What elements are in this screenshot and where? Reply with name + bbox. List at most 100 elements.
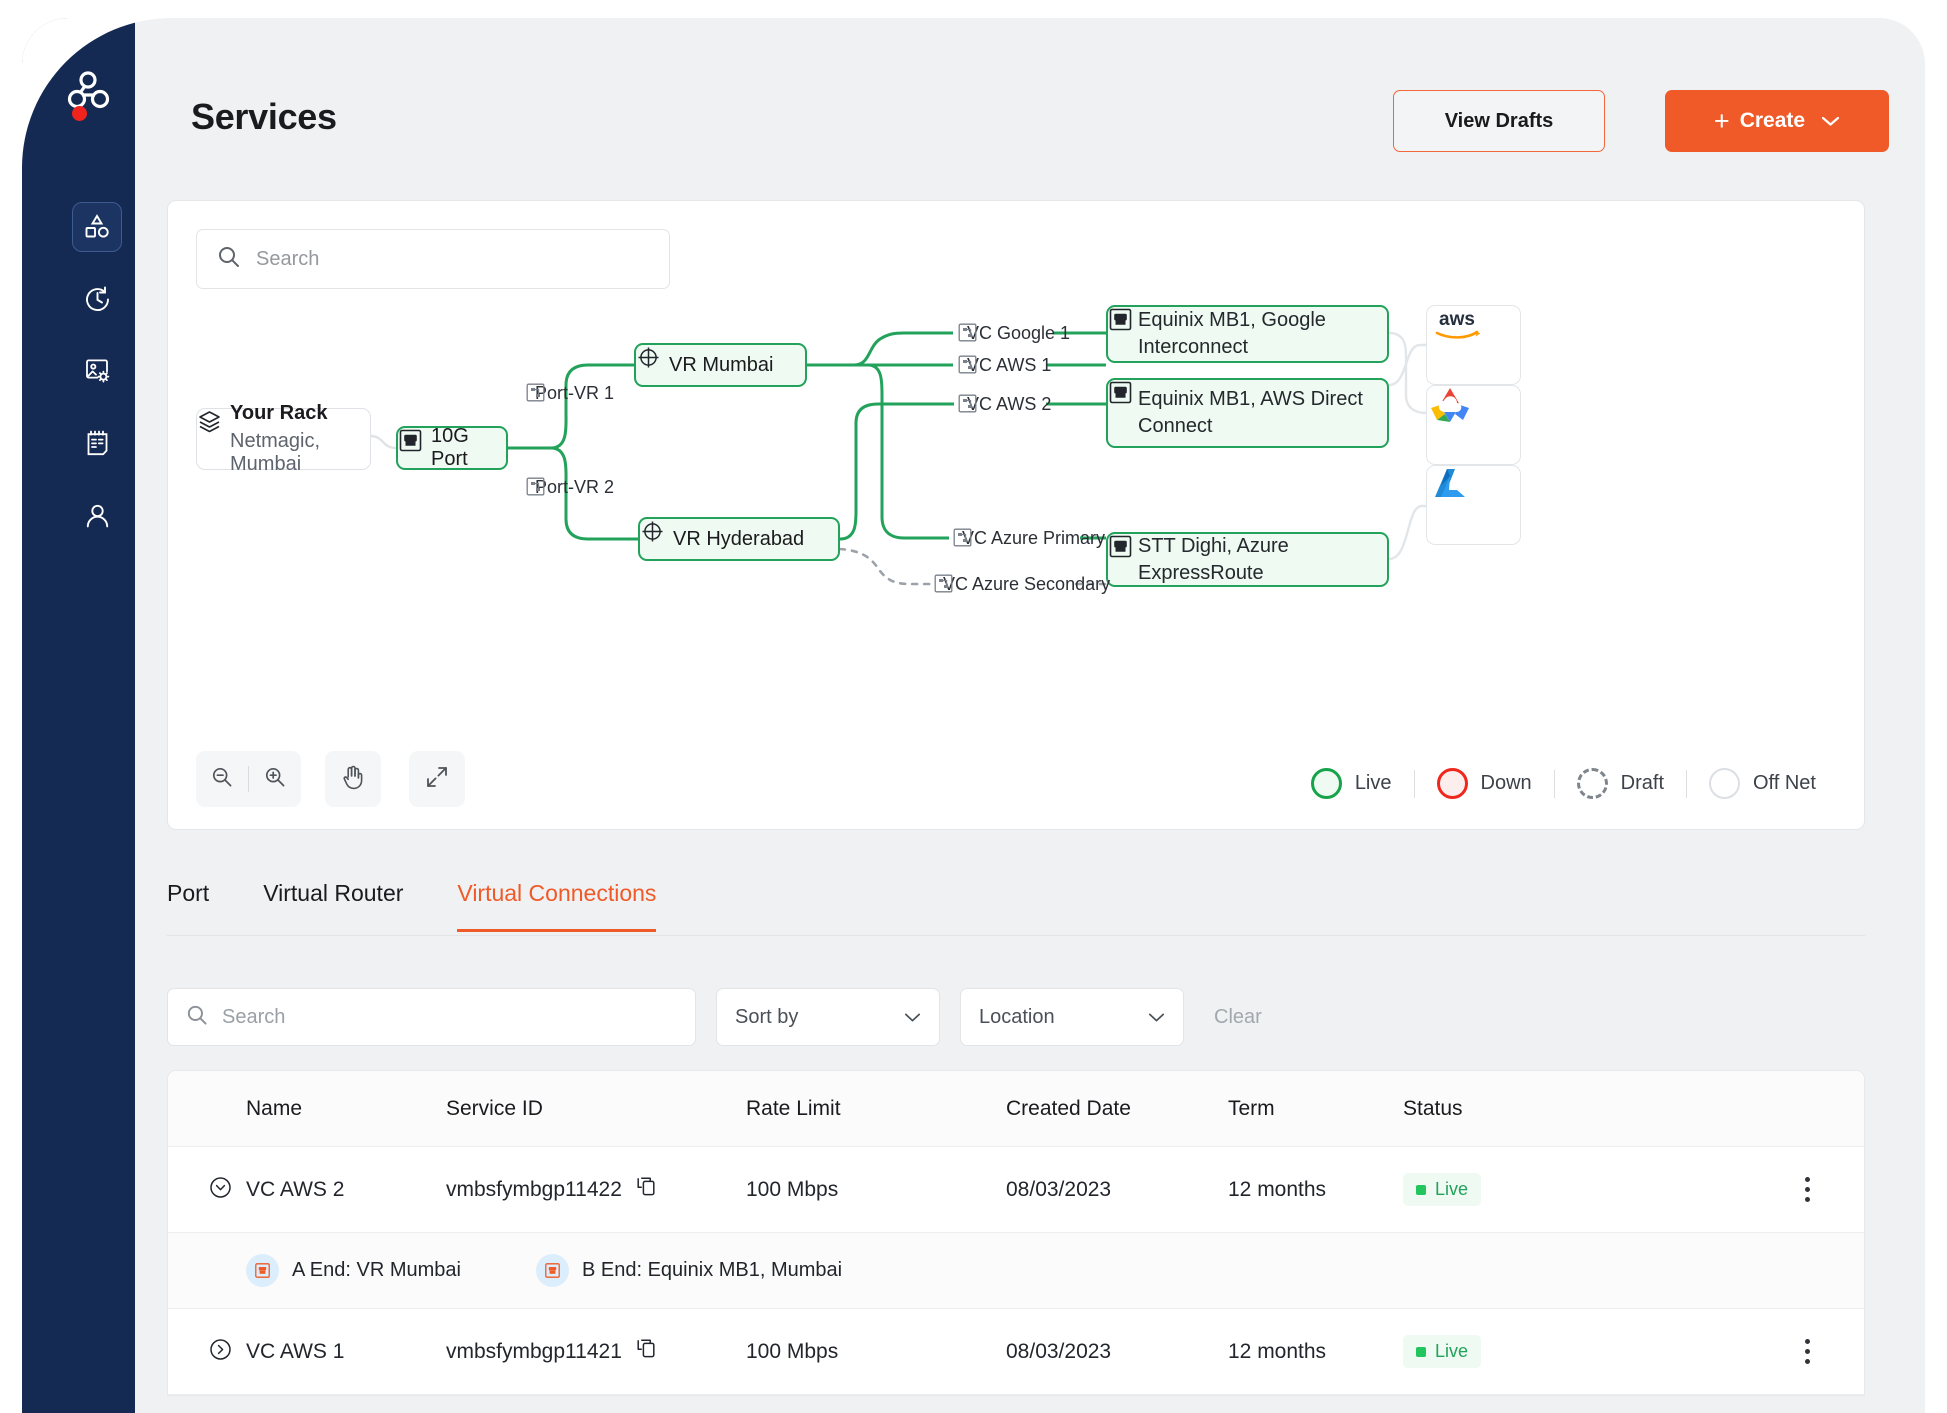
node-vr-mumbai[interactable]: VR Mumbai [634, 343, 807, 387]
topology-diagram-card: Search Your Rack Netmagic, Mumbai 10G Po… [167, 200, 1865, 830]
cloud-box-aws[interactable]: aws [1426, 305, 1521, 385]
location-select[interactable]: Location [960, 988, 1184, 1046]
expand-icon [425, 765, 449, 794]
zoom-controls-group [196, 751, 301, 807]
column-header-created-date[interactable]: Created Date [1006, 1097, 1228, 1121]
fullscreen-button[interactable] [409, 751, 465, 807]
location-label: Location [979, 1005, 1055, 1028]
create-button[interactable]: + Create [1665, 90, 1889, 152]
sidebar-item-services[interactable] [72, 202, 122, 252]
column-header-rate-limit[interactable]: Rate Limit [746, 1097, 1006, 1121]
zoom-in-button[interactable] [249, 751, 301, 807]
node-10g-port[interactable]: 10G Port [396, 425, 508, 470]
chevron-right-circle-icon [208, 1338, 233, 1366]
edge-label-port-vr-1: Port-VR 1 [526, 383, 614, 404]
diagram-legend: Live Down Draft Off Net [1289, 768, 1838, 799]
image-settings-icon [83, 357, 111, 385]
rack-subtitle: Netmagic, Mumbai [230, 430, 321, 475]
edge-label-text: VC Azure Primary [962, 528, 1106, 548]
b-end-label: B End: Equinix MB1, Mumbai [582, 1259, 843, 1281]
vr-hyderabad-label: VR Hyderabad [673, 527, 805, 550]
table-search-placeholder: Search [222, 1005, 286, 1028]
expand-row-button[interactable] [168, 1175, 246, 1205]
plus-icon: + [1713, 105, 1730, 136]
cell-name: VC AWS 1 [246, 1339, 345, 1363]
notepad-icon [84, 429, 111, 457]
rack-title: Your Rack [230, 402, 328, 424]
legend-label: Live [1354, 772, 1392, 794]
node-vr-hyderabad[interactable]: VR Hyderabad [638, 517, 840, 561]
cloud-box-azure[interactable] [1426, 465, 1521, 545]
topology-canvas[interactable]: Your Rack Netmagic, Mumbai 10G Port VR M… [168, 301, 1866, 731]
status-badge: Live [1403, 1173, 1482, 1206]
copy-icon[interactable] [635, 1175, 658, 1204]
view-drafts-button[interactable]: View Drafts [1393, 90, 1605, 152]
pan-tool-button[interactable] [325, 751, 381, 807]
cell-term: 12 months [1228, 1177, 1327, 1201]
copy-icon[interactable] [635, 1337, 658, 1366]
legend-dot-live [1310, 768, 1342, 799]
svg-text:aws: aws [1439, 309, 1475, 330]
a-end-chip: A End: VR Mumbai [246, 1254, 536, 1287]
node-equinix-aws[interactable]: Equinix MB1, AWS Direct Connect [1106, 378, 1389, 448]
hand-icon [341, 764, 365, 795]
column-header-status[interactable]: Status [1403, 1097, 1703, 1121]
column-header-term[interactable]: Term [1228, 1097, 1403, 1121]
table-row[interactable]: VC AWS 2 vmbsfymbgp11422 100 Mbps 08/03/… [168, 1147, 1864, 1233]
edge-label-vc-azure-secondary: VC Azure Secondary [934, 574, 1110, 595]
edge-label-port-vr-2: Port-VR 2 [526, 477, 614, 498]
sidebar-item-image-settings[interactable] [72, 346, 122, 396]
status-label: Live [1435, 1179, 1469, 1199]
page-title: Services [191, 96, 337, 137]
tab-port[interactable]: Port [167, 880, 209, 929]
row-actions[interactable] [1703, 1177, 1864, 1202]
chevron-down-circle-icon [208, 1176, 233, 1204]
status-dot [1416, 1346, 1426, 1357]
tab-virtual-connections[interactable]: Virtual Connections [457, 880, 657, 932]
more-options-icon[interactable] [1805, 1177, 1810, 1202]
column-header-name[interactable]: Name [246, 1097, 446, 1121]
clear-filters-button[interactable]: Clear [1214, 1006, 1262, 1029]
node-equinix-google[interactable]: Equinix MB1, Google Interconnect [1106, 305, 1389, 363]
more-options-icon[interactable] [1805, 1339, 1810, 1364]
legend-item-draft: Draft [1555, 768, 1686, 799]
zoom-out-button[interactable] [196, 751, 248, 807]
sort-by-label: Sort by [735, 1005, 799, 1028]
cloud-box-google[interactable] [1426, 385, 1521, 465]
main-content: Services View Drafts + Create Search You… [135, 18, 1925, 1413]
row-actions[interactable] [1703, 1339, 1864, 1364]
status-dot [1416, 1184, 1426, 1195]
b-end-chip: B End: Equinix MB1, Mumbai [536, 1254, 842, 1287]
expand-row-button[interactable] [168, 1337, 246, 1367]
stt-azure-label: STT Dighi, Azure ExpressRoute [1138, 534, 1289, 584]
edge-label-text: VC Azure Secondary [943, 574, 1111, 594]
zoom-in-icon [264, 766, 286, 793]
diagram-search-input[interactable]: Search [196, 229, 670, 289]
cell-term: 12 months [1228, 1339, 1327, 1363]
virtual-connections-table: Name Service ID Rate Limit Created Date … [167, 1070, 1865, 1396]
node-stt-azure[interactable]: STT Dighi, Azure ExpressRoute [1106, 532, 1389, 587]
table-row[interactable]: VC AWS 1 vmbsfymbgp11421 100 Mbps 08/03/… [168, 1309, 1864, 1395]
edge-label-text: Port-VR 1 [535, 383, 615, 403]
sidebar-item-history[interactable] [72, 274, 122, 324]
service-type-tabs: Port Virtual Router Virtual Connections [167, 880, 1865, 936]
node-your-rack[interactable]: Your Rack Netmagic, Mumbai [196, 402, 371, 475]
zoom-out-icon [211, 766, 233, 793]
diagram-search-placeholder: Search [256, 247, 320, 270]
vr-mumbai-label: VR Mumbai [669, 353, 774, 376]
legend-label: Off Net [1753, 772, 1816, 794]
chevron-down-icon [1148, 1006, 1165, 1029]
sidebar-item-notes[interactable] [72, 418, 122, 468]
sidebar-item-account[interactable] [72, 490, 122, 540]
table-search-input[interactable]: Search [167, 988, 696, 1046]
sort-by-select[interactable]: Sort by [716, 988, 940, 1046]
cell-created-date: 08/03/2023 [1006, 1177, 1112, 1201]
user-icon [84, 502, 111, 529]
a-end-label: A End: VR Mumbai [292, 1259, 461, 1281]
edge-label-vc-google-1: VC Google 1 [958, 323, 1070, 344]
column-header-service-id[interactable]: Service ID [446, 1097, 746, 1121]
port-label: 10G Port [431, 425, 469, 470]
a-end-port-icon [246, 1254, 279, 1287]
chevron-down-icon [1821, 109, 1840, 133]
tab-virtual-router[interactable]: Virtual Router [263, 880, 403, 929]
